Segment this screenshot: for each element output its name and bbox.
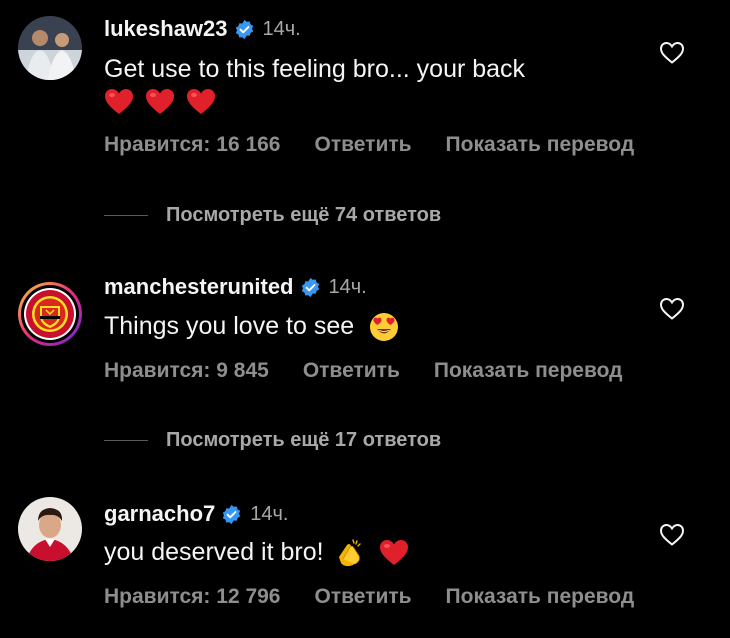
comment-time: 14ч. <box>262 17 301 40</box>
comment-actions: Нравится: 12 796 Ответить Показать перев… <box>104 585 668 609</box>
heart-eyes-emoji-icon <box>369 312 399 342</box>
avatar[interactable] <box>18 497 82 561</box>
comment-text-row: you deserved it bro! <box>104 535 409 569</box>
red-heart-emoji-icon <box>104 88 134 116</box>
comment-time: 14ч. <box>328 275 367 298</box>
view-replies-label: Посмотреть ещё 17 ответов <box>166 429 442 451</box>
comment-emojis <box>104 84 216 118</box>
avatar[interactable] <box>18 282 82 346</box>
comment-actions: Нравится: 9 845 Ответить Показать перево… <box>104 359 656 383</box>
like-heart-icon[interactable] <box>659 41 685 65</box>
red-heart-emoji-icon <box>186 88 216 116</box>
view-replies-label: Посмотреть ещё 74 ответов <box>166 204 442 226</box>
likes-count[interactable]: Нравится: 9 845 <box>104 359 269 383</box>
username[interactable]: lukeshaw23 <box>104 16 228 42</box>
comment-text: Things you love to see <box>104 312 355 340</box>
red-heart-emoji-icon <box>145 88 175 116</box>
verified-badge-icon <box>234 19 255 40</box>
comment-header: garnacho7 14ч. <box>104 499 289 529</box>
divider-line <box>104 440 148 441</box>
reply-button[interactable]: Ответить <box>315 133 412 157</box>
comment-time: 14ч. <box>250 502 289 525</box>
avatar[interactable] <box>18 16 82 80</box>
likes-count[interactable]: Нравится: 16 166 <box>104 133 281 157</box>
show-translation-button[interactable]: Показать перевод <box>446 585 635 609</box>
comment-header: manchesterunited 14ч. <box>104 272 367 302</box>
reply-button[interactable]: Ответить <box>303 359 400 383</box>
username[interactable]: garnacho7 <box>104 501 215 527</box>
comment-header: lukeshaw23 14ч. <box>104 14 301 44</box>
show-translation-button[interactable]: Показать перевод <box>446 133 635 157</box>
clapping-hands-emoji-icon <box>333 537 365 569</box>
show-translation-button[interactable]: Показать перевод <box>434 359 623 383</box>
view-replies-button[interactable]: Посмотреть ещё 17 ответов <box>104 429 441 452</box>
comment-text-row: Things you love to see <box>104 309 399 343</box>
comment-text: you deserved it bro! <box>104 538 324 566</box>
reply-button[interactable]: Ответить <box>315 585 412 609</box>
red-heart-emoji-icon <box>379 539 409 567</box>
like-heart-icon[interactable] <box>659 523 685 547</box>
likes-count[interactable]: Нравится: 12 796 <box>104 585 281 609</box>
comment-text: Get use to this feeling bro... your back <box>104 55 526 83</box>
like-heart-icon[interactable] <box>659 297 685 321</box>
divider-line <box>104 215 148 216</box>
verified-badge-icon <box>300 277 321 298</box>
verified-badge-icon <box>221 504 242 525</box>
comment-actions: Нравится: 16 166 Ответить Показать перев… <box>104 133 668 157</box>
view-replies-button[interactable]: Посмотреть ещё 74 ответов <box>104 204 441 227</box>
username[interactable]: manchesterunited <box>104 274 294 300</box>
